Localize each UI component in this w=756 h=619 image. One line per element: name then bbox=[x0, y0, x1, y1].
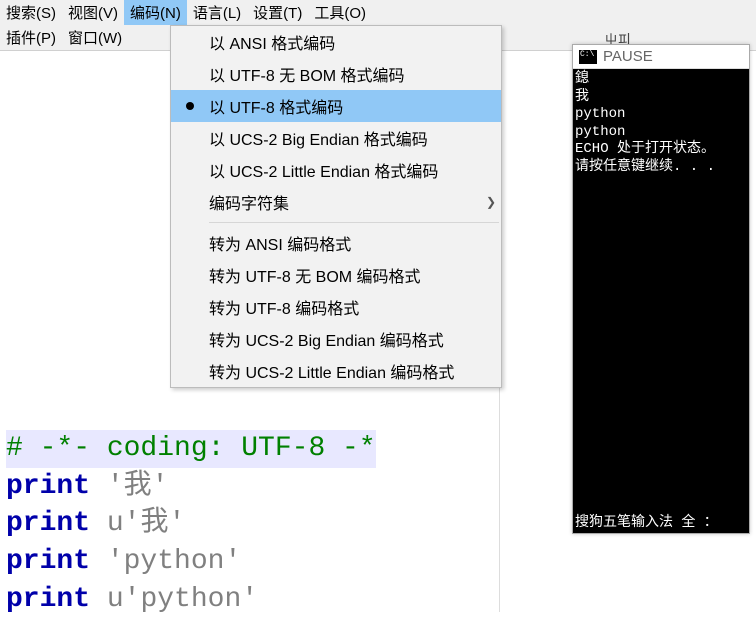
menu-plugins[interactable]: 插件(P) bbox=[0, 25, 62, 50]
console-window: PAUSE 鎴 我 python python ECHO 处于打开状态。 请按任… bbox=[572, 44, 750, 534]
menu-encoding[interactable]: 编码(N) bbox=[124, 0, 187, 25]
code-prefix: u bbox=[107, 508, 124, 539]
console-line: python bbox=[575, 124, 625, 140]
menu-tools[interactable]: 工具(O) bbox=[308, 0, 372, 25]
convert-utf8[interactable]: 转为 UTF-8 编码格式 bbox=[171, 291, 501, 323]
code-string: 'python' bbox=[124, 584, 258, 615]
radio-icon bbox=[171, 102, 209, 110]
console-line: ECHO 处于打开状态。 bbox=[575, 141, 715, 157]
encode-ucs2-be[interactable]: 以 UCS-2 Big Endian 格式编码 bbox=[171, 122, 501, 154]
menu-item-label: 以 UTF-8 格式编码 bbox=[209, 94, 501, 118]
menu-item-label: 转为 ANSI 编码格式 bbox=[209, 231, 501, 255]
menu-item-label: 以 UCS-2 Little Endian 格式编码 bbox=[209, 158, 501, 182]
code-prefix: u bbox=[107, 584, 124, 615]
menu-item-label: 转为 UCS-2 Big Endian 编码格式 bbox=[209, 327, 501, 351]
encode-utf8[interactable]: 以 UTF-8 格式编码 bbox=[171, 90, 501, 122]
menu-item-label: 转为 UTF-8 编码格式 bbox=[209, 295, 501, 319]
menu-item-label: 转为 UCS-2 Little Endian 编码格式 bbox=[209, 359, 501, 383]
menu-item-label: 转为 UTF-8 无 BOM 编码格式 bbox=[209, 263, 501, 287]
code-string: '我' bbox=[107, 471, 169, 502]
encode-ucs2-le[interactable]: 以 UCS-2 Little Endian 格式编码 bbox=[171, 154, 501, 186]
chevron-right-icon: ❯ bbox=[481, 195, 501, 209]
console-line: 我 bbox=[575, 89, 589, 105]
menu-view[interactable]: 视图(V) bbox=[62, 0, 124, 25]
menu-separator bbox=[209, 222, 499, 223]
menu-window[interactable]: 窗口(W) bbox=[62, 25, 128, 50]
code-content: # -*- coding: UTF-8 -* print '我' print u… bbox=[6, 392, 376, 619]
menu-bar-row-1: 搜索(S) 视图(V) 编码(N) 语言(L) 设置(T) 工具(O) bbox=[0, 0, 756, 25]
code-keyword: print bbox=[6, 546, 90, 577]
menu-item-label: 以 UCS-2 Big Endian 格式编码 bbox=[209, 126, 501, 150]
code-keyword: print bbox=[6, 471, 90, 502]
code-keyword: print bbox=[6, 508, 90, 539]
convert-ucs2-be[interactable]: 转为 UCS-2 Big Endian 编码格式 bbox=[171, 323, 501, 355]
encoding-dropdown: 以 ANSI 格式编码 以 UTF-8 无 BOM 格式编码 以 UTF-8 格… bbox=[170, 25, 502, 388]
console-line: python bbox=[575, 106, 625, 122]
convert-ucs2-le[interactable]: 转为 UCS-2 Little Endian 编码格式 bbox=[171, 355, 501, 387]
code-string: 'python' bbox=[107, 546, 241, 577]
console-titlebar[interactable]: PAUSE bbox=[573, 45, 749, 69]
encode-charset[interactable]: 编码字符集 ❯ bbox=[171, 186, 501, 218]
ime-status: 搜狗五笔输入法 全 ： bbox=[573, 509, 749, 533]
encode-ansi[interactable]: 以 ANSI 格式编码 bbox=[171, 26, 501, 58]
console-line: 鎴 bbox=[575, 71, 589, 87]
code-comment: # -*- coding: UTF-8 -* bbox=[6, 433, 376, 464]
menu-item-label: 以 ANSI 格式编码 bbox=[209, 30, 501, 54]
menu-settings[interactable]: 设置(T) bbox=[247, 0, 308, 25]
console-output[interactable]: 鎴 我 python python ECHO 处于打开状态。 请按任意键继续. … bbox=[573, 69, 749, 509]
code-keyword: print bbox=[6, 584, 90, 615]
bullet-icon bbox=[186, 102, 194, 110]
console-title-text: PAUSE bbox=[603, 48, 653, 65]
cmd-icon bbox=[579, 50, 597, 64]
console-line: 请按任意键继续. . . bbox=[575, 159, 715, 175]
encode-utf8-nobom[interactable]: 以 UTF-8 无 BOM 格式编码 bbox=[171, 58, 501, 90]
menu-item-label: 以 UTF-8 无 BOM 格式编码 bbox=[209, 62, 501, 86]
code-string: '我' bbox=[124, 508, 186, 539]
menu-search[interactable]: 搜索(S) bbox=[0, 0, 62, 25]
menu-item-label: 编码字符集 bbox=[209, 190, 481, 214]
menu-language[interactable]: 语言(L) bbox=[187, 0, 247, 25]
convert-ansi[interactable]: 转为 ANSI 编码格式 bbox=[171, 227, 501, 259]
convert-utf8-nobom[interactable]: 转为 UTF-8 无 BOM 编码格式 bbox=[171, 259, 501, 291]
